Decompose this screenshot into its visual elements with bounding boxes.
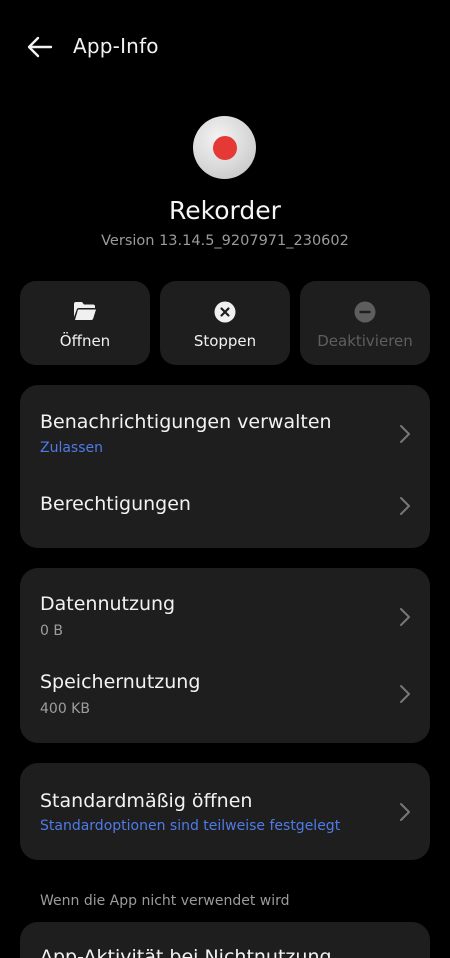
unused-app-section-header: Wenn die App nicht verwendet wird — [40, 893, 290, 909]
data-usage-value: 0 B — [40, 623, 63, 639]
folder-icon — [74, 302, 96, 320]
unused-app-activity-title: App-Aktivität bei Nichtnutzung — [40, 946, 332, 958]
app-name: Rekorder — [169, 196, 281, 225]
manage-notifications-title: Benachrichtigungen verwalten — [40, 411, 332, 433]
manage-notifications-item[interactable]: Benachrichtigungen verwalten Zulassen — [20, 385, 430, 475]
open-by-default-card: Standardmäßig öffnen Standardoptionen si… — [20, 763, 430, 860]
stop-x-icon — [214, 301, 236, 323]
open-button-label: Öffnen — [59, 332, 111, 350]
manage-notifications-status: Zulassen — [40, 440, 104, 456]
open-button[interactable]: Öffnen — [20, 281, 150, 365]
storage-usage-value: 400 KB — [40, 701, 90, 717]
unused-app-card: App-Aktivität bei Nichtnutzung — [20, 922, 430, 958]
data-usage-title: Datennutzung — [40, 593, 176, 615]
chevron-right-icon — [400, 608, 410, 626]
top-app-bar: App-Info — [0, 0, 450, 95]
page-title: App-Info — [73, 34, 159, 58]
disable-button-label: Deaktivieren — [317, 332, 413, 350]
disable-button[interactable]: Deaktivieren — [300, 281, 430, 365]
disable-minus-icon — [354, 301, 376, 323]
permissions-title: Berechtigungen — [40, 493, 191, 515]
storage-usage-title: Speichernutzung — [40, 671, 201, 693]
data-usage-item[interactable]: Datennutzung 0 B — [20, 568, 430, 656]
permissions-item[interactable]: Berechtigungen — [20, 475, 430, 548]
chevron-right-icon — [400, 685, 410, 703]
storage-usage-item[interactable]: Speichernutzung 400 KB — [20, 656, 430, 743]
notifications-permissions-card: Benachrichtigungen verwalten Zulassen Be… — [20, 385, 430, 548]
recorder-app-icon — [193, 116, 256, 179]
usage-card: Datennutzung 0 B Speichernutzung 400 KB — [20, 568, 430, 743]
open-by-default-status: Standardoptionen sind teilweise festgele… — [40, 818, 341, 834]
chevron-right-icon — [400, 425, 410, 443]
record-dot-icon — [212, 135, 237, 160]
chevron-right-icon — [400, 803, 410, 821]
app-version: Version 13.14.5_9207971_230602 — [101, 233, 349, 249]
back-arrow-icon — [27, 36, 53, 58]
stop-button[interactable]: Stoppen — [160, 281, 290, 365]
open-by-default-title: Standardmäßig öffnen — [40, 790, 253, 812]
unused-app-activity-item[interactable]: App-Aktivität bei Nichtnutzung — [20, 922, 430, 958]
open-by-default-item[interactable]: Standardmäßig öffnen Standardoptionen si… — [20, 763, 430, 860]
back-button[interactable] — [22, 30, 58, 64]
stop-button-label: Stoppen — [193, 332, 257, 350]
chevron-right-icon — [400, 497, 410, 515]
